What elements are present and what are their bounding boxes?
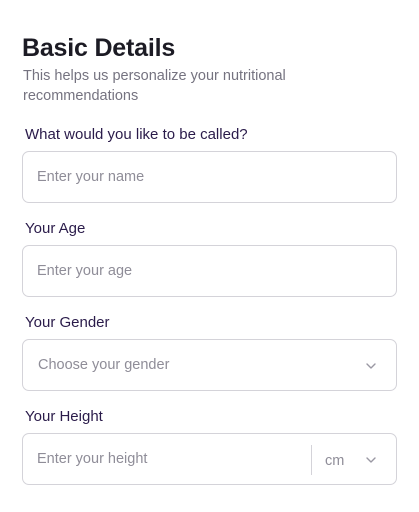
height-unit-select[interactable]: cm — [325, 453, 344, 469]
height-field[interactable]: cm — [22, 433, 397, 485]
chevron-down-icon[interactable] — [364, 359, 378, 373]
age-field[interactable] — [22, 245, 397, 297]
gender-label: Your Gender — [25, 314, 110, 331]
gender-select-placeholder: Choose your gender — [38, 357, 170, 373]
page-subtitle: This helps us personalize your nutrition… — [23, 68, 286, 104]
name-input[interactable] — [23, 152, 396, 202]
name-field[interactable] — [22, 151, 397, 203]
page-title: Basic Details — [22, 34, 176, 62]
age-label: Your Age — [25, 220, 86, 237]
gender-select[interactable]: Choose your gender — [22, 339, 397, 391]
unit-divider — [311, 445, 312, 475]
height-label: Your Height — [25, 408, 103, 425]
age-input[interactable] — [23, 246, 396, 296]
name-label: What would you like to be called? — [25, 126, 248, 143]
height-input[interactable] — [23, 434, 311, 484]
chevron-down-icon[interactable] — [364, 453, 378, 467]
